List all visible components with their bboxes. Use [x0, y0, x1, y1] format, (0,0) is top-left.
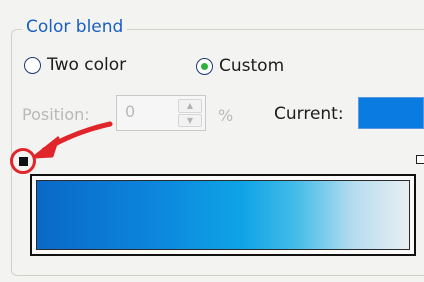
current-color-swatch[interactable] — [358, 97, 424, 129]
two-color-option[interactable]: Two color — [24, 55, 126, 75]
two-color-label: Two color — [47, 55, 127, 75]
chevron-down-icon: ▼ — [186, 115, 194, 125]
custom-label: Custom — [219, 56, 285, 76]
radio-selected-dot-icon — [201, 62, 208, 70]
percent-unit: % — [218, 106, 234, 125]
custom-radio[interactable] — [196, 57, 213, 75]
current-label: Current: — [274, 104, 344, 124]
highlight-circle — [10, 148, 36, 174]
position-stepper[interactable]: 0 ▲ ▼ — [116, 95, 206, 131]
spin-down-button[interactable]: ▼ — [178, 113, 202, 127]
color-blend-panel: Color blend Two color Custom Position: 0… — [0, 0, 424, 282]
position-value[interactable]: 0 — [125, 102, 135, 121]
gradient-preview-bar[interactable] — [36, 180, 410, 250]
spin-up-button[interactable]: ▲ — [178, 99, 202, 113]
gradient-preview-frame[interactable] — [30, 174, 416, 256]
custom-option[interactable]: Custom — [196, 56, 284, 76]
two-color-radio[interactable] — [24, 56, 41, 74]
group-title: Color blend — [22, 17, 128, 37]
gradient-stop-marker-right[interactable] — [416, 155, 424, 164]
gradient-stop-marker-left[interactable] — [18, 156, 28, 166]
position-label: Position: — [22, 105, 90, 124]
chevron-up-icon: ▲ — [186, 101, 194, 111]
spin-buttons: ▲ ▼ — [178, 99, 202, 127]
